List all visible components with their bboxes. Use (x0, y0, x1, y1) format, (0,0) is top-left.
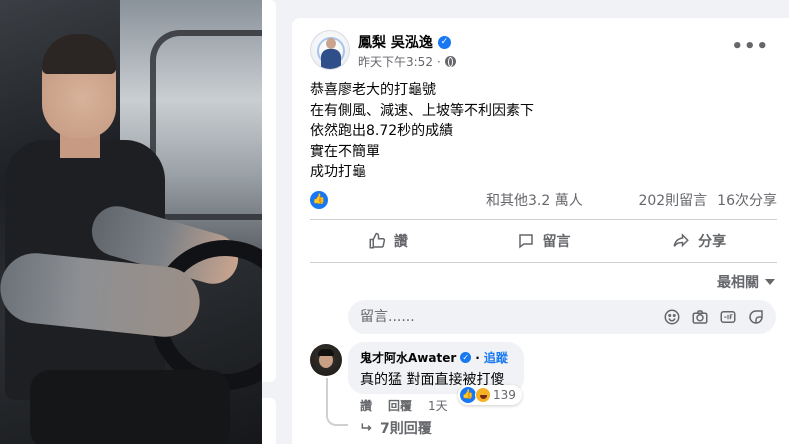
replies-label: 7則回覆 (380, 421, 432, 437)
side-card-top (262, 0, 276, 382)
comment-time[interactable]: 1天 (428, 397, 448, 414)
sticker-glyph (749, 310, 763, 324)
post-card: 鳳梨 吳泓逸 ✓ 昨天下午3:52 · ••• 恭喜廖老大的打龜號 在有側風、減… (292, 18, 789, 444)
divider (310, 262, 777, 263)
commenter-name-row: 鬼才阿水Awater ✓ · 追蹤 (360, 349, 512, 366)
verified-icon: ✓ (437, 35, 451, 49)
gif-glyph (720, 311, 736, 323)
person-hair (42, 34, 116, 74)
comment-actions: 讚 回覆 1天 (360, 397, 448, 414)
avatar-head (326, 38, 336, 49)
follow-button[interactable]: 追蹤 (484, 349, 508, 366)
camera-icon[interactable] (690, 307, 710, 327)
comment-reactions[interactable]: 👍 139 (458, 385, 522, 405)
reactions-count[interactable]: 和其他3.2 萬人 (486, 190, 583, 210)
post-line: 恭喜廖老大的打龜號 (310, 82, 436, 98)
more-icon[interactable]: ••• (731, 36, 769, 57)
post-meta: 昨天下午3:52 · (358, 53, 456, 70)
share-label: 分享 (698, 234, 727, 250)
emoji-icon[interactable] (662, 307, 682, 327)
post-actions: 讚 留言 分享 (310, 224, 777, 258)
side-card-bottom (262, 398, 276, 444)
comment-box-icons (662, 307, 766, 327)
comment-like-button[interactable]: 讚 (360, 397, 372, 414)
share-icon (673, 233, 689, 248)
comment-box (348, 300, 776, 334)
comment-reply-button[interactable]: 回覆 (388, 397, 412, 414)
commenter-name[interactable]: 鬼才阿水Awater (360, 349, 456, 366)
comment-input[interactable] (360, 309, 662, 325)
like-label: 讚 (393, 234, 408, 250)
reply-thread-line (326, 378, 348, 426)
author-name-row: 鳳梨 吳泓逸 ✓ (358, 32, 451, 52)
sticker-icon[interactable] (746, 307, 766, 327)
person-legs (30, 370, 230, 444)
post-line: 實在不簡單 (310, 143, 380, 160)
sort-label: 最相關 (717, 275, 759, 291)
comment-reaction-count: 139 (493, 388, 516, 402)
share-button[interactable]: 分享 (621, 224, 777, 258)
camera-glyph (692, 310, 708, 324)
author-avatar[interactable] (310, 30, 350, 70)
post-line: 成功打龜 (310, 164, 366, 180)
verified-icon: ✓ (460, 352, 472, 363)
post-text: 恭喜廖老大的打龜號 在有側風、減速、上坡等不利因素下 依然跑出8.72秒的成績 … (310, 80, 534, 183)
engagement-counts: 202則留言 16次分享 (638, 190, 777, 210)
gif-icon[interactable] (718, 307, 738, 327)
avatar-body (321, 49, 341, 69)
like-button[interactable]: 讚 (310, 224, 466, 258)
post-timestamp[interactable]: 昨天下午3:52 (358, 53, 433, 70)
view-replies-button[interactable]: 7則回覆 (360, 418, 432, 438)
like-icon[interactable]: 👍 (310, 191, 328, 209)
comments-count[interactable]: 202則留言 (638, 190, 707, 210)
shares-count[interactable]: 16次分享 (717, 190, 777, 210)
comment-button[interactable]: 留言 (466, 224, 622, 258)
like-outline-icon (369, 232, 385, 249)
commenter-hair (318, 349, 334, 356)
comment-label: 留言 (542, 234, 571, 250)
dot-separator: · (436, 54, 441, 69)
chevron-down-icon (765, 279, 775, 285)
post-photo[interactable] (0, 0, 262, 444)
post-line: 依然跑出8.72秒的成績 (310, 123, 454, 139)
emoji-glyph (664, 309, 680, 325)
comment-sort-dropdown[interactable]: 最相關 (717, 272, 775, 292)
author-name[interactable]: 鳳梨 吳泓逸 (358, 32, 433, 52)
reactions-bar: 👍 和其他3.2 萬人 202則留言 16次分享 (310, 190, 777, 210)
divider (310, 219, 777, 220)
comment-icon (518, 234, 533, 249)
post-line: 在有側風、減速、上坡等不利因素下 (310, 102, 534, 119)
reply-arrow-icon (361, 423, 372, 431)
haha-icon (475, 387, 491, 403)
globe-icon (444, 56, 456, 67)
like-icon: 👍 (460, 387, 476, 403)
dot-separator: · (475, 350, 480, 365)
commenter-avatar[interactable] (310, 344, 342, 376)
window-frame (150, 30, 262, 220)
